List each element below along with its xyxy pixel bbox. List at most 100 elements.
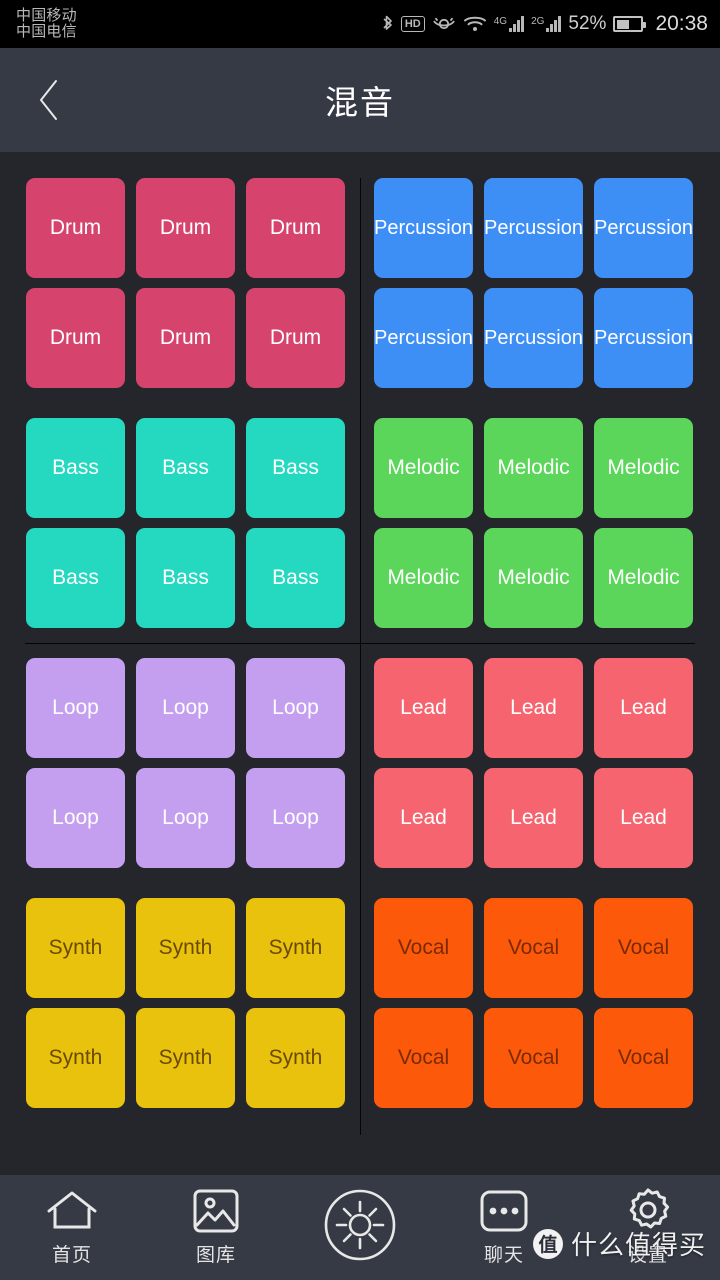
pad-bass[interactable]: Bass bbox=[26, 528, 125, 628]
nav-item-home[interactable]: 首页 bbox=[0, 1175, 144, 1280]
pad-loop[interactable]: Loop bbox=[136, 658, 235, 758]
pad-percussion[interactable]: Percussion bbox=[594, 288, 693, 388]
pad-row: Lead Lead Lead bbox=[360, 658, 720, 758]
pad-synth[interactable]: Synth bbox=[26, 898, 125, 998]
battery-percent: 52% bbox=[568, 13, 607, 34]
pad-percussion[interactable]: Percussion bbox=[484, 178, 583, 278]
pad-melodic[interactable]: Melodic bbox=[484, 418, 583, 518]
eye-care-icon bbox=[432, 15, 456, 33]
status-icons: HD 4G 2G 52% 20:38 bbox=[381, 12, 708, 36]
pad-row: Bass Bass Bass bbox=[0, 528, 360, 628]
pad-bass[interactable]: Bass bbox=[246, 418, 345, 518]
pad-lead[interactable]: Lead bbox=[594, 768, 693, 868]
pad-row: Vocal Vocal Vocal bbox=[360, 898, 720, 998]
pad-percussion[interactable]: Percussion bbox=[484, 288, 583, 388]
home-icon bbox=[46, 1188, 98, 1234]
pad-row: Melodic Melodic Melodic bbox=[360, 418, 720, 518]
pad-melodic[interactable]: Melodic bbox=[594, 528, 693, 628]
sun-icon bbox=[323, 1189, 397, 1260]
nav-item-settings[interactable]: 设置 bbox=[576, 1175, 720, 1280]
pad-group-lead: Lead Lead Lead Lead Lead Lead bbox=[360, 658, 720, 868]
pad-section: Synth Synth Synth Synth Synth Synth Vocal Vocal… bbox=[0, 898, 720, 1108]
wifi-icon bbox=[463, 15, 487, 33]
status-bar: 中国移动 中国电信 HD 4G 2G 52% 20:38 bbox=[0, 0, 720, 48]
pad-row: Percussion Percussion Percussion bbox=[360, 288, 720, 388]
pad-drum[interactable]: Drum bbox=[26, 178, 125, 278]
nav-item-effects[interactable] bbox=[288, 1175, 432, 1280]
pad-drum[interactable]: Drum bbox=[246, 288, 345, 388]
pad-bass[interactable]: Bass bbox=[136, 418, 235, 518]
gallery-icon bbox=[192, 1188, 240, 1234]
pad-group-melodic: Melodic Melodic Melodic Melodic Melodic Melod… bbox=[360, 418, 720, 628]
pad-lead[interactable]: Lead bbox=[374, 658, 473, 758]
nav-item-gallery[interactable]: 图库 bbox=[144, 1175, 288, 1280]
nav-label-gallery: 图库 bbox=[195, 1245, 236, 1266]
carrier-names: 中国移动 中国电信 bbox=[16, 7, 77, 40]
pad-vocal[interactable]: Vocal bbox=[374, 1008, 473, 1108]
pad-lead[interactable]: Lead bbox=[484, 768, 583, 868]
bottom-nav: 首页 图库 聊天 设置 值 什么值得买 bbox=[0, 1175, 720, 1280]
nav-label-chat: 聊天 bbox=[483, 1245, 524, 1266]
pad-vocal[interactable]: Vocal bbox=[484, 898, 583, 998]
nav-label-settings: 设置 bbox=[627, 1245, 668, 1266]
pad-drum[interactable]: Drum bbox=[136, 178, 235, 278]
clock: 20:38 bbox=[655, 12, 708, 35]
bluetooth-icon bbox=[381, 14, 394, 34]
pad-vocal[interactable]: Vocal bbox=[594, 898, 693, 998]
pad-synth[interactable]: Synth bbox=[136, 898, 235, 998]
pad-row: Percussion Percussion Percussion bbox=[360, 178, 720, 278]
pad-lead[interactable]: Lead bbox=[374, 768, 473, 868]
pad-row: Synth Synth Synth bbox=[0, 1008, 360, 1108]
signal-4g-icon: 4G bbox=[494, 16, 525, 32]
pad-lead[interactable]: Lead bbox=[594, 658, 693, 758]
app-header: 混音 bbox=[0, 48, 720, 152]
pad-synth[interactable]: Synth bbox=[246, 1008, 345, 1108]
hd-icon: HD bbox=[400, 16, 425, 32]
pad-row: Synth Synth Synth bbox=[0, 898, 360, 998]
pad-synth[interactable]: Synth bbox=[26, 1008, 125, 1108]
pad-synth[interactable]: Synth bbox=[246, 898, 345, 998]
pad-loop[interactable]: Loop bbox=[246, 658, 345, 758]
pad-loop[interactable]: Loop bbox=[26, 768, 125, 868]
nav-item-chat[interactable]: 聊天 bbox=[432, 1175, 576, 1280]
pad-drum[interactable]: Drum bbox=[26, 288, 125, 388]
battery-icon bbox=[613, 16, 647, 32]
pad-drum[interactable]: Drum bbox=[136, 288, 235, 388]
pad-vocal[interactable]: Vocal bbox=[374, 898, 473, 998]
pad-percussion[interactable]: Percussion bbox=[594, 178, 693, 278]
pad-melodic[interactable]: Melodic bbox=[374, 528, 473, 628]
pad-bass[interactable]: Bass bbox=[136, 528, 235, 628]
back-button[interactable] bbox=[16, 48, 82, 152]
pad-loop[interactable]: Loop bbox=[246, 768, 345, 868]
pad-group-percussion: Percussion Percussion Percussion Percussion… bbox=[360, 178, 720, 388]
pad-row: Drum Drum Drum bbox=[0, 178, 360, 278]
pad-drum[interactable]: Drum bbox=[246, 178, 345, 278]
signal-2g-icon: 2G bbox=[531, 16, 562, 32]
pad-group-bass: Bass Bass Bass Bass Bass Bass bbox=[0, 418, 360, 628]
pad-row: Vocal Vocal Vocal bbox=[360, 1008, 720, 1108]
pad-group-loop: Loop Loop Loop Loop Loop Loop bbox=[0, 658, 360, 868]
pad-bass[interactable]: Bass bbox=[26, 418, 125, 518]
nav-label-home: 首页 bbox=[51, 1245, 92, 1266]
gear-icon bbox=[623, 1188, 673, 1234]
pad-row: Bass Bass Bass bbox=[0, 418, 360, 518]
pad-row: Loop Loop Loop bbox=[0, 768, 360, 868]
pad-group-vocal: Vocal Vocal Vocal Vocal Vocal Vocal bbox=[360, 898, 720, 1108]
pad-section: Loop Loop Loop Loop Loop Loop Lead Lead Lead Lead… bbox=[0, 658, 720, 868]
pad-melodic[interactable]: Melodic bbox=[594, 418, 693, 518]
pad-melodic[interactable]: Melodic bbox=[374, 418, 473, 518]
pad-vocal[interactable]: Vocal bbox=[594, 1008, 693, 1108]
pad-row: Melodic Melodic Melodic bbox=[360, 528, 720, 628]
chevron-left-icon bbox=[36, 78, 62, 122]
pad-loop[interactable]: Loop bbox=[136, 768, 235, 868]
pad-percussion[interactable]: Percussion bbox=[374, 178, 473, 278]
pad-bass[interactable]: Bass bbox=[246, 528, 345, 628]
pad-percussion[interactable]: Percussion bbox=[374, 288, 473, 388]
pad-lead[interactable]: Lead bbox=[484, 658, 583, 758]
pad-melodic[interactable]: Melodic bbox=[484, 528, 583, 628]
pad-board: Drum Drum Drum Drum Drum Drum Percussion Percus… bbox=[0, 152, 720, 1175]
pad-vocal[interactable]: Vocal bbox=[484, 1008, 583, 1108]
horizontal-divider bbox=[25, 643, 695, 644]
pad-loop[interactable]: Loop bbox=[26, 658, 125, 758]
pad-synth[interactable]: Synth bbox=[136, 1008, 235, 1108]
